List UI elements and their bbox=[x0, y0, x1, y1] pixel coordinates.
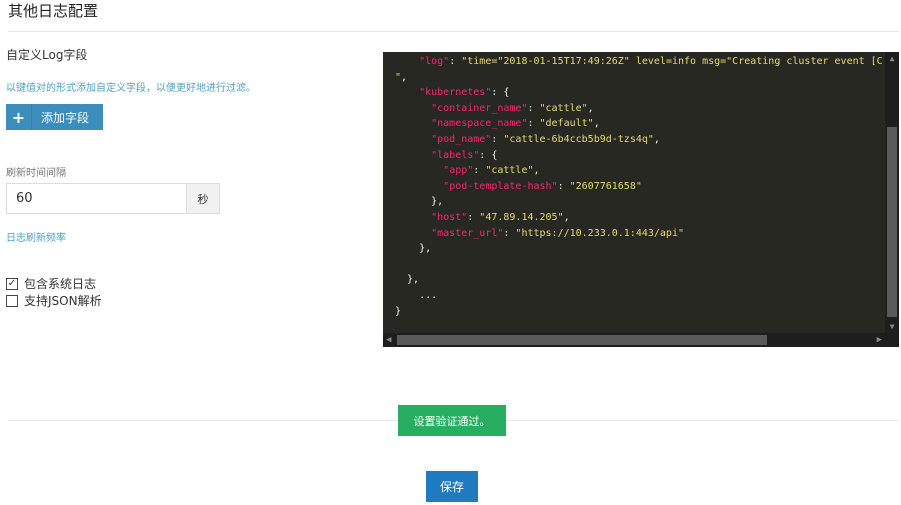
json-punctuation: , bbox=[401, 71, 408, 83]
scroll-up-icon[interactable]: ▲ bbox=[885, 54, 899, 63]
json-punctuation: , bbox=[593, 118, 600, 130]
refresh-interval-label: 刷新时间间隔 bbox=[6, 168, 66, 179]
json-key: "app" bbox=[443, 165, 474, 177]
code-line: }, bbox=[383, 272, 885, 288]
custom-fields-label: 自定义Log字段 bbox=[6, 48, 88, 62]
code-line: ... bbox=[383, 288, 885, 304]
section-title: 其他日志配置 bbox=[8, 2, 99, 20]
refresh-interval-group: 秒 bbox=[6, 183, 220, 214]
refresh-interval-unit: 秒 bbox=[186, 184, 219, 213]
json-key: "pod-template-hash" bbox=[443, 180, 558, 192]
json-string: "2607761658" bbox=[569, 180, 642, 192]
code-line: "log": "time="2018-01-15T17:49:26Z" leve… bbox=[383, 54, 885, 70]
json-string: "47.89.14.205" bbox=[479, 211, 564, 223]
horizontal-scroll-thumb[interactable] bbox=[397, 335, 767, 345]
json-punctuation: : bbox=[527, 118, 540, 130]
json-punctuation: : { bbox=[491, 87, 510, 99]
json-punctuation: , bbox=[563, 211, 570, 223]
code-line: "labels": { bbox=[383, 148, 885, 164]
option-label: 支持JSON解析 bbox=[24, 294, 102, 308]
json-key: "log" bbox=[419, 56, 450, 67]
code-line: "pod-template-hash": "2607761658" bbox=[383, 179, 885, 195]
json-punctuation bbox=[395, 56, 419, 67]
json-punctuation bbox=[395, 87, 419, 98]
json-string: "cattle" bbox=[539, 102, 588, 114]
json-punctuation bbox=[395, 118, 431, 129]
json-string: "cattle" bbox=[485, 165, 534, 177]
custom-fields-help: 以键值对的形式添加自定义字段，以便更好地进行过滤。 bbox=[6, 83, 256, 94]
add-field-label: 添加字段 bbox=[41, 110, 90, 125]
json-key: "master_url" bbox=[431, 227, 504, 239]
json-punctuation: } bbox=[395, 305, 402, 317]
json-punctuation: }, bbox=[395, 196, 444, 208]
json-string: "cattle-6b4ccb5b9d-tzs4q" bbox=[503, 133, 654, 145]
json-key: "kubernetes" bbox=[419, 87, 492, 99]
json-punctuation: : bbox=[467, 211, 480, 223]
checkbox-checked-icon[interactable]: ✓ bbox=[6, 277, 18, 290]
json-punctuation bbox=[395, 228, 431, 239]
scroll-down-icon[interactable]: ▼ bbox=[885, 322, 899, 331]
code-line: }, bbox=[383, 194, 885, 210]
refresh-interval-input[interactable] bbox=[7, 184, 186, 213]
checkbox-unchecked-icon[interactable] bbox=[6, 294, 18, 307]
json-punctuation bbox=[395, 212, 431, 223]
save-button[interactable]: 保存 bbox=[426, 471, 478, 502]
validation-status-badge: 设置验证通过。 bbox=[398, 405, 506, 436]
json-punctuation: , bbox=[533, 165, 540, 177]
json-key: "pod_name" bbox=[431, 133, 492, 145]
json-punctuation bbox=[395, 181, 443, 192]
json-key: "labels" bbox=[431, 149, 480, 161]
json-punctuation: : bbox=[527, 102, 540, 114]
code-line: "host": "47.89.14.205", bbox=[383, 210, 885, 226]
json-punctuation: : { bbox=[479, 149, 498, 161]
json-punctuation: : bbox=[449, 56, 462, 67]
code-line: "kubernetes": { bbox=[383, 85, 885, 101]
json-punctuation: : bbox=[491, 133, 504, 145]
json-punctuation bbox=[395, 134, 431, 145]
code-line: "pod_name": "cattle-6b4ccb5b9d-tzs4q", bbox=[383, 132, 885, 148]
json-punctuation: : bbox=[473, 165, 486, 177]
code-line: "namespace_name": "default", bbox=[383, 116, 885, 132]
code-line: } bbox=[383, 304, 885, 320]
json-punctuation: ... bbox=[395, 289, 438, 301]
vertical-scroll-thumb[interactable] bbox=[887, 127, 897, 317]
json-punctuation: , bbox=[587, 102, 594, 114]
code-line: "app": "cattle", bbox=[383, 163, 885, 179]
plus-icon: + bbox=[6, 104, 32, 130]
option-label: 包含系统日志 bbox=[24, 277, 97, 291]
log-preview-editor[interactable]: "log": "time="2018-01-15T17:49:26Z" leve… bbox=[383, 52, 899, 347]
json-string: "https://10.233.0.1:443/api" bbox=[515, 227, 684, 239]
code-lines: "log": "time="2018-01-15T17:49:26Z" leve… bbox=[383, 52, 885, 333]
json-key: "host" bbox=[431, 211, 468, 223]
json-punctuation bbox=[395, 150, 431, 161]
code-line: }, bbox=[383, 241, 885, 257]
json-punctuation: }, bbox=[395, 243, 432, 255]
json-punctuation: }, bbox=[395, 274, 420, 286]
json-punctuation: : bbox=[503, 227, 516, 239]
code-line: "container_name": "cattle", bbox=[383, 101, 885, 117]
json-string: "time="2018-01-15T17:49:26Z" level=info … bbox=[461, 56, 883, 67]
scrollbar-corner bbox=[885, 333, 899, 347]
option-json-parse[interactable]: 支持JSON解析 bbox=[6, 292, 102, 309]
code-line: ", bbox=[383, 70, 885, 86]
json-punctuation: , bbox=[653, 133, 660, 145]
json-punctuation bbox=[395, 165, 443, 176]
scroll-right-icon[interactable]: ▶ bbox=[877, 333, 882, 347]
refresh-interval-help: 日志刷新频率 bbox=[6, 233, 66, 244]
option-include-system-logs[interactable]: ✓ 包含系统日志 bbox=[6, 275, 96, 292]
json-key: "namespace_name" bbox=[431, 118, 528, 130]
json-key: "container_name" bbox=[431, 102, 528, 114]
horizontal-scrollbar[interactable]: ◀ ▶ bbox=[383, 333, 885, 347]
json-punctuation: : bbox=[557, 180, 570, 192]
vertical-scrollbar[interactable]: ▲ ▼ bbox=[885, 52, 899, 333]
json-string: "default" bbox=[539, 118, 594, 130]
scroll-left-icon[interactable]: ◀ bbox=[386, 333, 391, 347]
title-divider bbox=[8, 31, 899, 32]
json-punctuation bbox=[395, 103, 431, 114]
add-field-button[interactable]: + 添加字段 bbox=[6, 104, 103, 130]
code-line: "master_url": "https://10.233.0.1:443/ap… bbox=[383, 226, 885, 242]
